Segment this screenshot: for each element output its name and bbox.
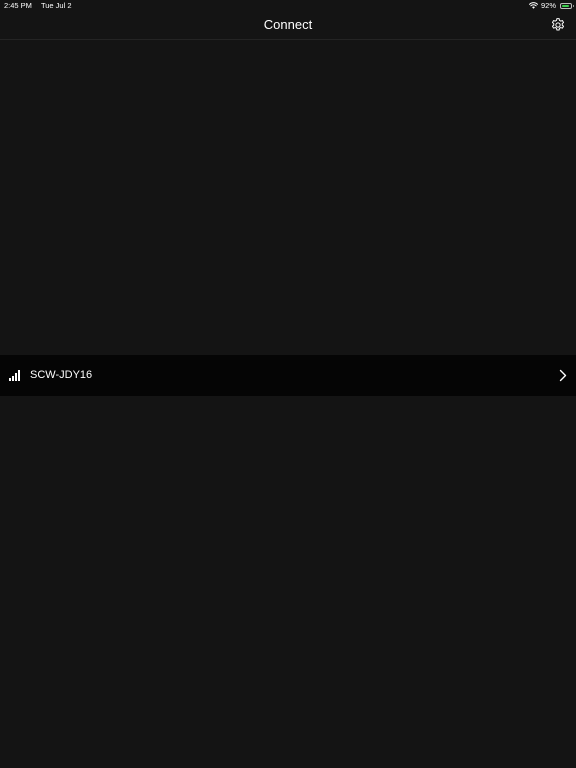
status-bar: 2:45 PM Tue Jul 2 92%: [0, 0, 576, 11]
signal-strength-icon: [9, 370, 21, 381]
status-date: Tue Jul 2: [40, 1, 72, 10]
battery-icon: [560, 2, 574, 9]
wifi-icon: [528, 2, 538, 9]
settings-button[interactable]: [550, 17, 566, 33]
gear-icon: [550, 17, 566, 33]
battery-percent: 92%: [540, 1, 556, 10]
navigation-bar: Connect: [0, 11, 576, 40]
connect-screen: 2:45 PM Tue Jul 2 92% Connect SCW-JDY16: [0, 0, 576, 768]
chevron-right-icon: [559, 369, 567, 382]
page-title: Connect: [263, 17, 313, 32]
device-name: SCW-JDY16: [30, 369, 93, 381]
status-time: 2:45 PM: [4, 1, 32, 10]
status-right: 92%: [528, 0, 574, 11]
battery-level-fill: [562, 4, 570, 7]
battery-tip: [572, 5, 574, 7]
device-row[interactable]: SCW-JDY16: [0, 355, 576, 396]
status-left: 2:45 PM Tue Jul 2: [4, 0, 72, 11]
